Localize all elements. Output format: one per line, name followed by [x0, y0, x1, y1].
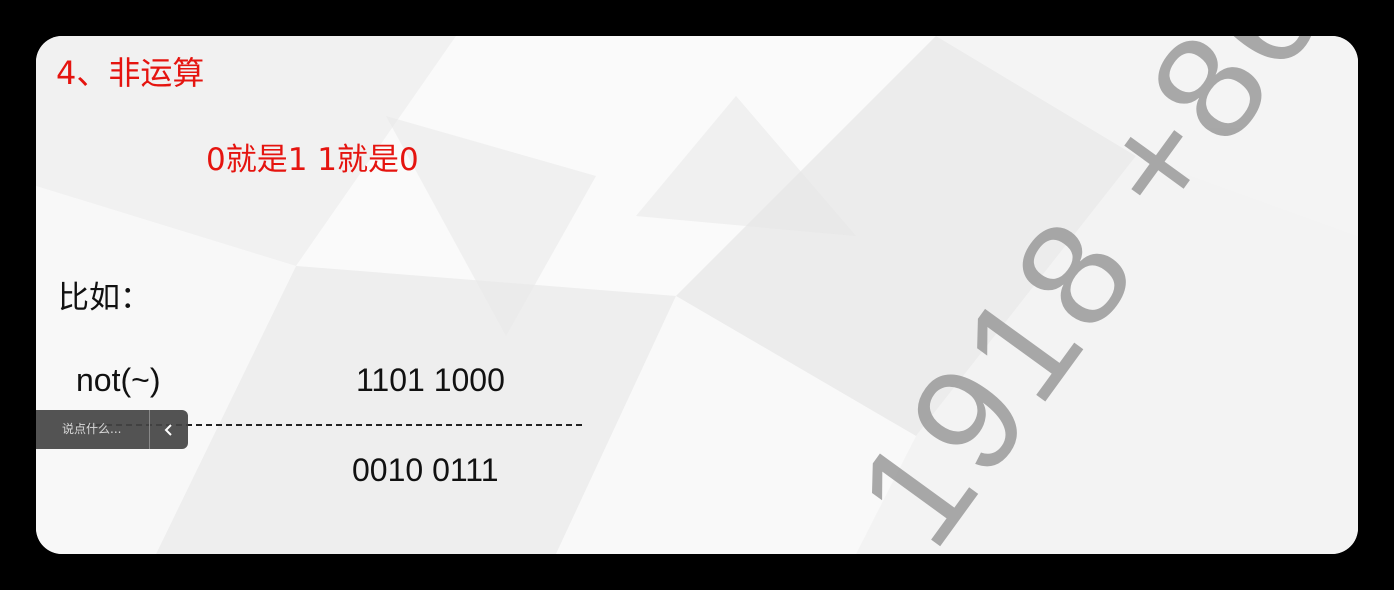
operator-label: not(~) — [76, 362, 161, 398]
collapse-button[interactable] — [150, 410, 188, 449]
slide-heading: 4、非运算 — [56, 54, 205, 92]
example-label: 比如： — [58, 280, 151, 316]
comment-bar: 说点什么... — [36, 410, 188, 449]
slide-canvas: 1918 +86 4、非运算 0就是1 1就是0 比如： not(~) 1101… — [36, 36, 1358, 554]
not-rule-text: 0就是1 1就是0 — [206, 142, 419, 178]
output-binary-value: 0010 0111 — [352, 452, 499, 488]
chevron-left-icon — [164, 423, 172, 436]
input-binary-value: 1101 1000 — [356, 362, 505, 398]
comment-input[interactable]: 说点什么... — [36, 410, 150, 449]
